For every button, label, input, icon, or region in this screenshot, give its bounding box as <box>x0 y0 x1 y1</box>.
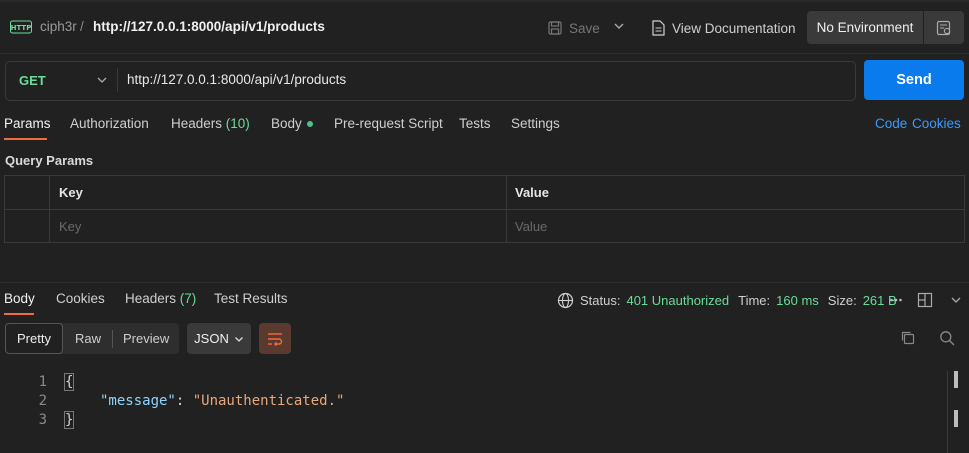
view-mode-pretty[interactable]: Pretty <box>5 323 63 354</box>
response-tab-headers[interactable]: Headers (7) <box>125 291 196 306</box>
send-label: Send <box>896 72 932 88</box>
view-documentation-label: View Documentation <box>672 20 796 36</box>
response-tab-body[interactable]: Body <box>4 291 35 306</box>
divider <box>117 68 118 92</box>
environment-quick-look-button[interactable] <box>924 11 964 44</box>
copy-icon[interactable] <box>900 330 916 346</box>
tab-settings[interactable]: Settings <box>511 116 560 131</box>
tab-headers-count: (10) <box>225 116 250 131</box>
http-request-icon: HTTP <box>10 20 32 34</box>
query-params-table: Key Value Key Value <box>4 175 965 243</box>
wrap-lines-button[interactable] <box>259 323 291 354</box>
environment-selector[interactable]: No Environment <box>807 11 923 44</box>
view-mode-pretty-label: Pretty <box>17 331 51 346</box>
json-line: "message": "Unauthenticated." <box>100 393 344 409</box>
tab-authorization[interactable]: Authorization <box>70 116 149 131</box>
search-icon[interactable] <box>939 330 955 346</box>
request-title[interactable]: http://127.0.0.1:8000/api/v1/products <box>93 19 325 34</box>
view-mode-raw[interactable]: Raw <box>75 331 101 346</box>
chevron-down-icon[interactable] <box>612 19 626 33</box>
tab-params[interactable]: Params <box>4 116 51 131</box>
layout-toggle-icon[interactable] <box>917 292 933 308</box>
tab-headers[interactable]: Headers (10) <box>171 116 250 131</box>
table-row-divider <box>5 209 964 210</box>
tab-headers-label: Headers <box>171 116 223 131</box>
wrap-lines-icon <box>268 332 283 346</box>
tab-body[interactable]: Body <box>271 116 313 131</box>
tab-body-label: Body <box>271 116 302 131</box>
json-colon: : <box>175 393 193 409</box>
save-button[interactable]: Save <box>548 17 600 39</box>
active-tab-indicator <box>4 313 34 315</box>
svg-text:HTTP: HTTP <box>11 24 32 32</box>
param-value-input[interactable]: Value <box>515 219 547 234</box>
globe-icon[interactable] <box>557 292 574 309</box>
breadcrumb-workspace[interactable]: ciph3r <box>40 19 77 34</box>
document-icon <box>652 20 665 36</box>
table-column-divider <box>49 176 50 242</box>
size-label: Size: <box>827 293 857 308</box>
time-label: Time: <box>738 293 771 308</box>
json-open-brace: { <box>63 373 75 391</box>
column-header-value: Value <box>515 185 549 200</box>
response-tab-headers-label: Headers <box>125 291 177 306</box>
active-tab-indicator <box>4 138 47 140</box>
table-column-divider <box>506 176 507 242</box>
view-mode-preview[interactable]: Preview <box>123 331 169 346</box>
response-meta: Status: 401 Unauthorized Time: 160 ms Si… <box>557 292 897 309</box>
more-options-icon[interactable] <box>889 295 903 305</box>
body-indicator-dot <box>306 121 313 128</box>
column-header-key: Key <box>59 185 83 200</box>
chevron-down-icon <box>234 336 243 342</box>
json-string-value: "Unauthenticated." <box>192 393 345 409</box>
view-documentation-button[interactable]: View Documentation <box>652 17 796 39</box>
tab-tests[interactable]: Tests <box>459 116 491 131</box>
environment-label: No Environment <box>816 20 914 35</box>
status-label: Status: <box>580 293 621 308</box>
save-label: Save <box>569 20 600 36</box>
send-button[interactable]: Send <box>864 60 964 100</box>
line-number: 1 <box>38 374 47 390</box>
scrollbar-marker[interactable] <box>954 410 958 427</box>
response-divider[interactable] <box>0 282 969 283</box>
method-selector[interactable]: GET <box>19 73 46 88</box>
divider <box>112 330 113 348</box>
tab-prerequest-script[interactable]: Pre-request Script <box>334 116 443 131</box>
json-close-brace: } <box>63 411 75 429</box>
save-icon <box>548 21 562 35</box>
time-value[interactable]: 160 ms <box>776 293 819 308</box>
url-input[interactable]: http://127.0.0.1:8000/api/v1/products <box>127 72 346 87</box>
code-link[interactable]: Code <box>875 116 907 131</box>
format-label: JSON <box>194 331 229 346</box>
tab-strip <box>0 0 969 2</box>
json-key: "message" <box>100 393 176 409</box>
status-value[interactable]: 401 Unauthorized <box>626 293 729 308</box>
chevron-down-icon[interactable] <box>96 74 108 86</box>
breadcrumb-separator: / <box>80 19 84 34</box>
param-key-input[interactable]: Key <box>59 219 81 234</box>
format-selector[interactable]: JSON <box>187 323 251 354</box>
response-tab-cookies[interactable]: Cookies <box>56 291 105 306</box>
response-tab-headers-count: (7) <box>179 291 197 306</box>
environment-quick-look-icon <box>936 20 951 35</box>
scrollbar-marker[interactable] <box>954 371 958 388</box>
response-tab-test-results[interactable]: Test Results <box>214 291 288 306</box>
scrollbar-track[interactable] <box>947 371 948 453</box>
cookies-link[interactable]: Cookies <box>912 116 961 131</box>
query-params-title: Query Params <box>5 153 94 168</box>
line-number: 2 <box>38 393 47 409</box>
chevron-down-icon[interactable] <box>950 294 962 306</box>
line-number: 3 <box>38 412 47 428</box>
